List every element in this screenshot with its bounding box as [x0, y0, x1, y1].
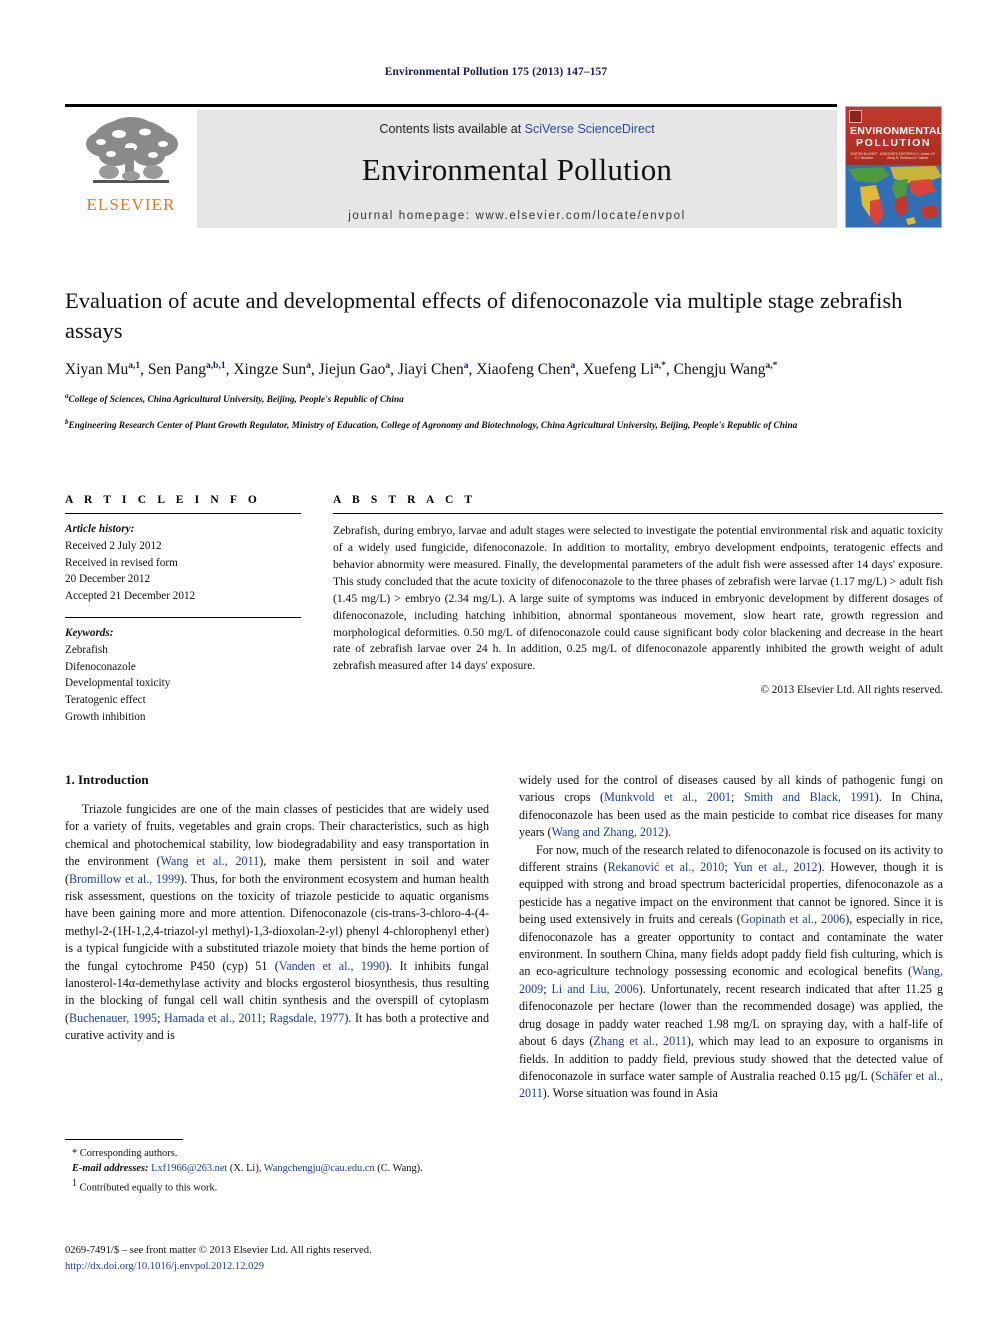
- cover-title-line1: ENVIRONMENTAL: [850, 125, 942, 137]
- elsevier-logo: ELSEVIER: [65, 110, 197, 228]
- keywords-body: Keywords: Zebrafish Difenoconazole Devel…: [65, 625, 301, 726]
- footnote-block: * Corresponding authors. E-mail addresse…: [65, 1139, 489, 1196]
- keyword-item: Developmental toxicity: [65, 677, 171, 690]
- affiliation-a-text: College of Sciences, China Agricultural …: [68, 394, 404, 405]
- cover-editors: EDITOR-IN-CHIEF E.J. Buecher ASSOCIATE E…: [850, 152, 937, 162]
- history-item: 20 December 2012: [65, 573, 151, 586]
- journal-homepage-url[interactable]: journal homepage: www.elsevier.com/locat…: [348, 210, 686, 222]
- issn-front-matter: 0269-7491/$ – see front matter © 2013 El…: [65, 1245, 372, 1256]
- cover-editor-left: EDITOR-IN-CHIEF E.J. Buecher: [850, 151, 878, 161]
- cover-title-line2: POLLUTION: [855, 137, 932, 150]
- history-item: Received 2 July 2012: [65, 539, 162, 552]
- email-link-li[interactable]: Lxf1966@263.net: [151, 1163, 227, 1174]
- affiliation-b-text: Engineering Research Center of Plant Gro…: [68, 420, 798, 431]
- journal-masthead: ELSEVIER Contents lists available at Sci…: [65, 110, 837, 228]
- journal-band: Contents lists available at SciVerse Sci…: [197, 110, 837, 228]
- contents-list-line: Contents lists available at SciVerse Sci…: [379, 122, 654, 136]
- keywords-block: Keywords: Zebrafish Difenoconazole Devel…: [65, 616, 301, 726]
- email-label: E-mail addresses:: [72, 1163, 149, 1175]
- footnote-marker-1: 1: [72, 1177, 77, 1189]
- abstract-copyright: © 2013 Elsevier Ltd. All rights reserved…: [760, 684, 944, 697]
- masthead-top-rule: [65, 104, 837, 107]
- article-info-column: A R T I C L E I N F O Article history: R…: [65, 494, 315, 726]
- world-map-graphic: [846, 165, 941, 227]
- section-heading-introduction: 1. Introduction: [65, 772, 149, 787]
- footnote-separator-rule: [65, 1139, 183, 1140]
- history-item: Accepted 21 December 2012: [65, 590, 196, 603]
- title-block: Evaluation of acute and developmental ef…: [65, 286, 943, 434]
- footnote-corresponding-authors: * Corresponding authors.: [72, 1148, 178, 1159]
- info-abstract-row: A R T I C L E I N F O Article history: R…: [65, 494, 943, 726]
- body-paragraph: For now, much of the research related to…: [519, 842, 944, 1101]
- body-paragraph: widely used for the control of diseases …: [519, 773, 944, 840]
- article-info-heading: A R T I C L E I N F O: [65, 494, 261, 506]
- contents-prefix: Contents lists available at: [379, 122, 525, 136]
- journal-title: Environmental Pollution: [361, 152, 673, 187]
- keyword-item: Zebrafish: [65, 643, 108, 656]
- footnote-email-addresses: E-mail addresses: Lxf1966@263.net (X. Li…: [65, 1161, 489, 1176]
- paper-page: Environmental Pollution 175 (2013) 147–1…: [0, 0, 992, 1323]
- body-paragraph: Triazole fungicides are one of the main …: [65, 802, 490, 1043]
- elsevier-wordmark: ELSEVIER: [86, 195, 176, 214]
- running-head: Environmental Pollution 175 (2013) 147–1…: [384, 66, 608, 78]
- doi-link[interactable]: http://dx.doi.org/10.1016/j.envpol.2012.…: [65, 1259, 515, 1275]
- journal-cover-thumbnail: ENVIRONMENTAL POLLUTION EDITOR-IN-CHIEF …: [845, 106, 942, 228]
- email-owner-wang: (C. Wang).: [374, 1163, 423, 1175]
- keyword-item: Teratogenic effect: [65, 694, 146, 707]
- abstract-heading: A B S T R A C T: [333, 494, 477, 506]
- footnote-equal-contribution-text: Contributed equally to this work.: [79, 1182, 218, 1194]
- article-info-rule: [65, 513, 301, 514]
- footnote-equal-contribution: 1 Contributed equally to this work.: [65, 1177, 489, 1196]
- cover-logo-icon: [849, 110, 862, 123]
- imprint-block: 0269-7491/$ – see front matter © 2013 El…: [65, 1243, 515, 1275]
- history-item: Received in revised form: [65, 556, 178, 569]
- cover-header-band: ENVIRONMENTAL POLLUTION EDITOR-IN-CHIEF …: [846, 107, 941, 165]
- affiliation-b: bEngineering Research Center of Plant Gr…: [65, 417, 943, 434]
- cover-editor-right: ASSOCIATE EDITORS K.C. Jones J.P. Giesy …: [879, 151, 936, 161]
- abstract-column: A B S T R A C T Zebrafish, during embryo…: [333, 494, 943, 726]
- abstract-rule: [333, 513, 943, 514]
- article-history-label: Article history:: [65, 523, 135, 535]
- keywords-rule: [65, 616, 301, 618]
- body-column-left: 1. Introduction Triazole fungicides are …: [65, 772, 489, 1103]
- cover-world-map-image: [846, 165, 941, 227]
- keyword-item: Growth inhibition: [65, 710, 146, 723]
- abstract-text: Zebrafish, during embryo, larvae and adu…: [333, 524, 943, 673]
- affiliation-a: aCollege of Sciences, China Agricultural…: [65, 391, 943, 408]
- body-columns: 1. Introduction Triazole fungicides are …: [65, 772, 943, 1103]
- keywords-label: Keywords:: [65, 626, 114, 639]
- email-link-wang[interactable]: Wangchengju@cau.edu.cn: [264, 1163, 375, 1174]
- elsevier-tree-icon: [86, 117, 178, 183]
- keyword-item: Difenoconazole: [65, 660, 136, 673]
- sciencedirect-link[interactable]: SciVerse ScienceDirect: [525, 122, 655, 136]
- body-column-right: widely used for the control of diseases …: [519, 772, 943, 1103]
- article-history-block: Article history: Received 2 July 2012 Re…: [65, 521, 301, 605]
- paper-title: Evaluation of acute and developmental ef…: [65, 288, 903, 343]
- email-owner-li: (X. Li),: [227, 1163, 264, 1175]
- author-list: Xiyan Mua,1, Sen Panga,b,1, Xingze Suna,…: [65, 361, 778, 379]
